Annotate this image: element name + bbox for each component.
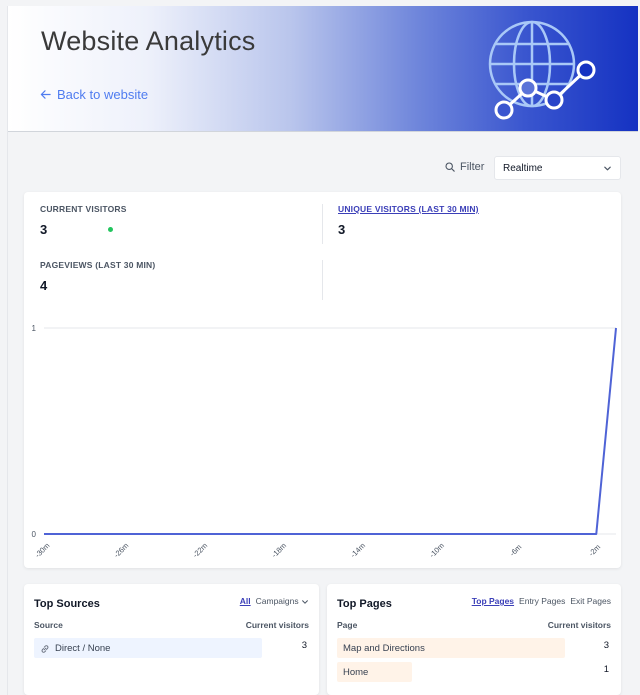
list-item-value: 3 — [603, 640, 609, 651]
period-select-value: Realtime — [503, 163, 543, 174]
search-icon — [445, 162, 455, 172]
x-tick-label: -30m — [33, 541, 51, 559]
tab-entry-pages[interactable]: Entry Pages — [519, 596, 565, 606]
back-link-label: Back to website — [57, 87, 149, 102]
link-icon — [41, 644, 49, 653]
x-tick-label: -6m — [508, 542, 524, 558]
list-item[interactable]: Direct / None — [40, 643, 110, 654]
series-line — [44, 327, 617, 535]
top-pages-card: Top Pages Top Pages Entry Pages Exit Pag… — [327, 584, 621, 695]
list-item-value: 3 — [301, 640, 307, 651]
period-select[interactable]: Realtime — [494, 156, 621, 180]
x-tick-label: -26m — [112, 541, 130, 559]
filter-label: Filter — [460, 161, 485, 173]
list-item-label: Direct / None — [55, 643, 111, 654]
top-pages-title: Top Pages — [337, 598, 392, 610]
col-page: Page — [337, 620, 358, 630]
x-tick-label: -18m — [270, 541, 288, 559]
list-item-label: Home — [343, 667, 369, 678]
page-title: Website Analytics — [41, 26, 256, 56]
col-current-visitors: Current visitors — [245, 620, 309, 630]
back-to-website-link[interactable]: Back to website — [40, 87, 148, 102]
col-source: Source — [34, 620, 63, 630]
list-item-value: 1 — [603, 664, 609, 675]
app-frame: Website Analytics Back to website Filter… — [7, 6, 638, 695]
x-tick-label: -14m — [349, 541, 367, 559]
page-header: Website Analytics Back to website — [8, 6, 638, 132]
arrow-left-icon — [40, 90, 51, 99]
y-tick-label: 1 — [32, 324, 37, 333]
visitors-line-chart: 0 1 -30m -26m -22m -18m -14m -10m -6m -2m — [32, 324, 617, 559]
top-pages-tabs: Top Pages Entry Pages Exit Pages — [472, 596, 611, 606]
list-item[interactable]: Map and Directions — [343, 643, 425, 654]
tab-campaigns[interactable]: Campaigns — [256, 596, 309, 606]
list-item[interactable]: Home — [343, 667, 368, 678]
col-current-visitors: Current visitors — [547, 620, 611, 630]
top-sources-title: Top Sources — [34, 598, 100, 610]
top-sources-card: Top Sources All Campaigns Source Current… — [24, 584, 319, 695]
tab-exit-pages[interactable]: Exit Pages — [570, 596, 611, 606]
x-tick-label: -10m — [427, 541, 445, 559]
tab-campaigns-label: Campaigns — [255, 596, 299, 606]
x-tick-label: -22m — [191, 541, 209, 559]
x-tick-label: -2m — [587, 542, 603, 558]
tab-top-pages[interactable]: Top Pages — [472, 596, 514, 606]
y-tick-label: 0 — [32, 530, 37, 539]
filter-button[interactable]: Filter — [445, 161, 484, 173]
visitors-graph-card: CURRENT VISITORS 3 UNIQUE VISITORS (LAST… — [24, 192, 621, 568]
chevron-down-icon — [604, 166, 611, 171]
tab-all[interactable]: All — [240, 596, 251, 606]
globe-network-icon — [488, 20, 596, 120]
list-item-label: Map and Directions — [343, 643, 425, 654]
top-sources-tabs: All Campaigns — [240, 596, 309, 606]
chevron-down-icon — [302, 600, 308, 604]
